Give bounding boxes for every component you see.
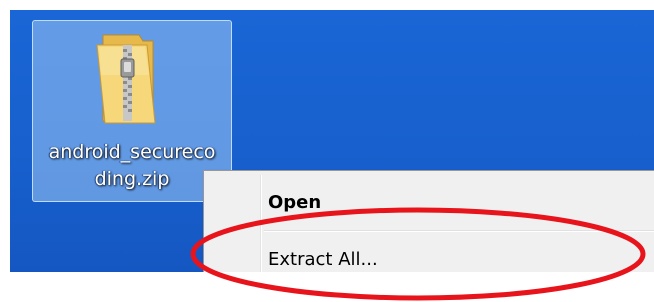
file-name-line2: ding.zip bbox=[94, 168, 170, 190]
menu-gutter-highlight bbox=[261, 175, 262, 272]
zip-file-desktop-item[interactable]: android_secureco ding.zip bbox=[32, 20, 232, 202]
menu-separator-highlight bbox=[264, 231, 654, 232]
desktop: android_secureco ding.zip Open Extract A… bbox=[10, 10, 654, 272]
extract-all-menu-item[interactable]: Extract All... bbox=[268, 249, 378, 270]
file-name-line1: android_secureco bbox=[48, 141, 216, 163]
file-name-label: android_secureco ding.zip bbox=[33, 139, 231, 193]
zip-folder-icon bbox=[96, 34, 156, 124]
open-menu-item[interactable]: Open bbox=[268, 192, 321, 213]
context-menu: Open Extract All... bbox=[203, 170, 654, 272]
